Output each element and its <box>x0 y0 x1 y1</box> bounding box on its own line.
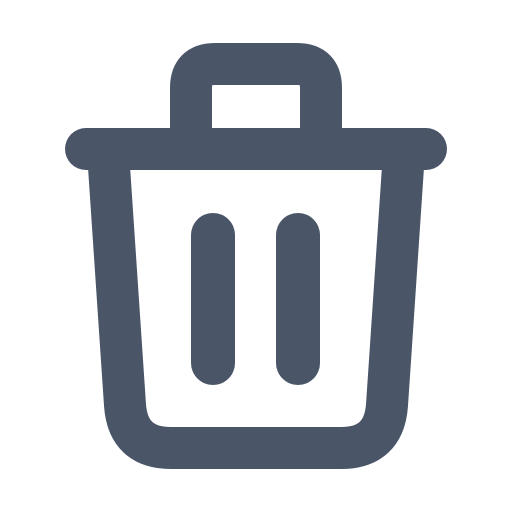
trash-icon <box>65 43 447 469</box>
icon-canvas <box>0 0 512 512</box>
trash-can-body <box>87 131 425 469</box>
